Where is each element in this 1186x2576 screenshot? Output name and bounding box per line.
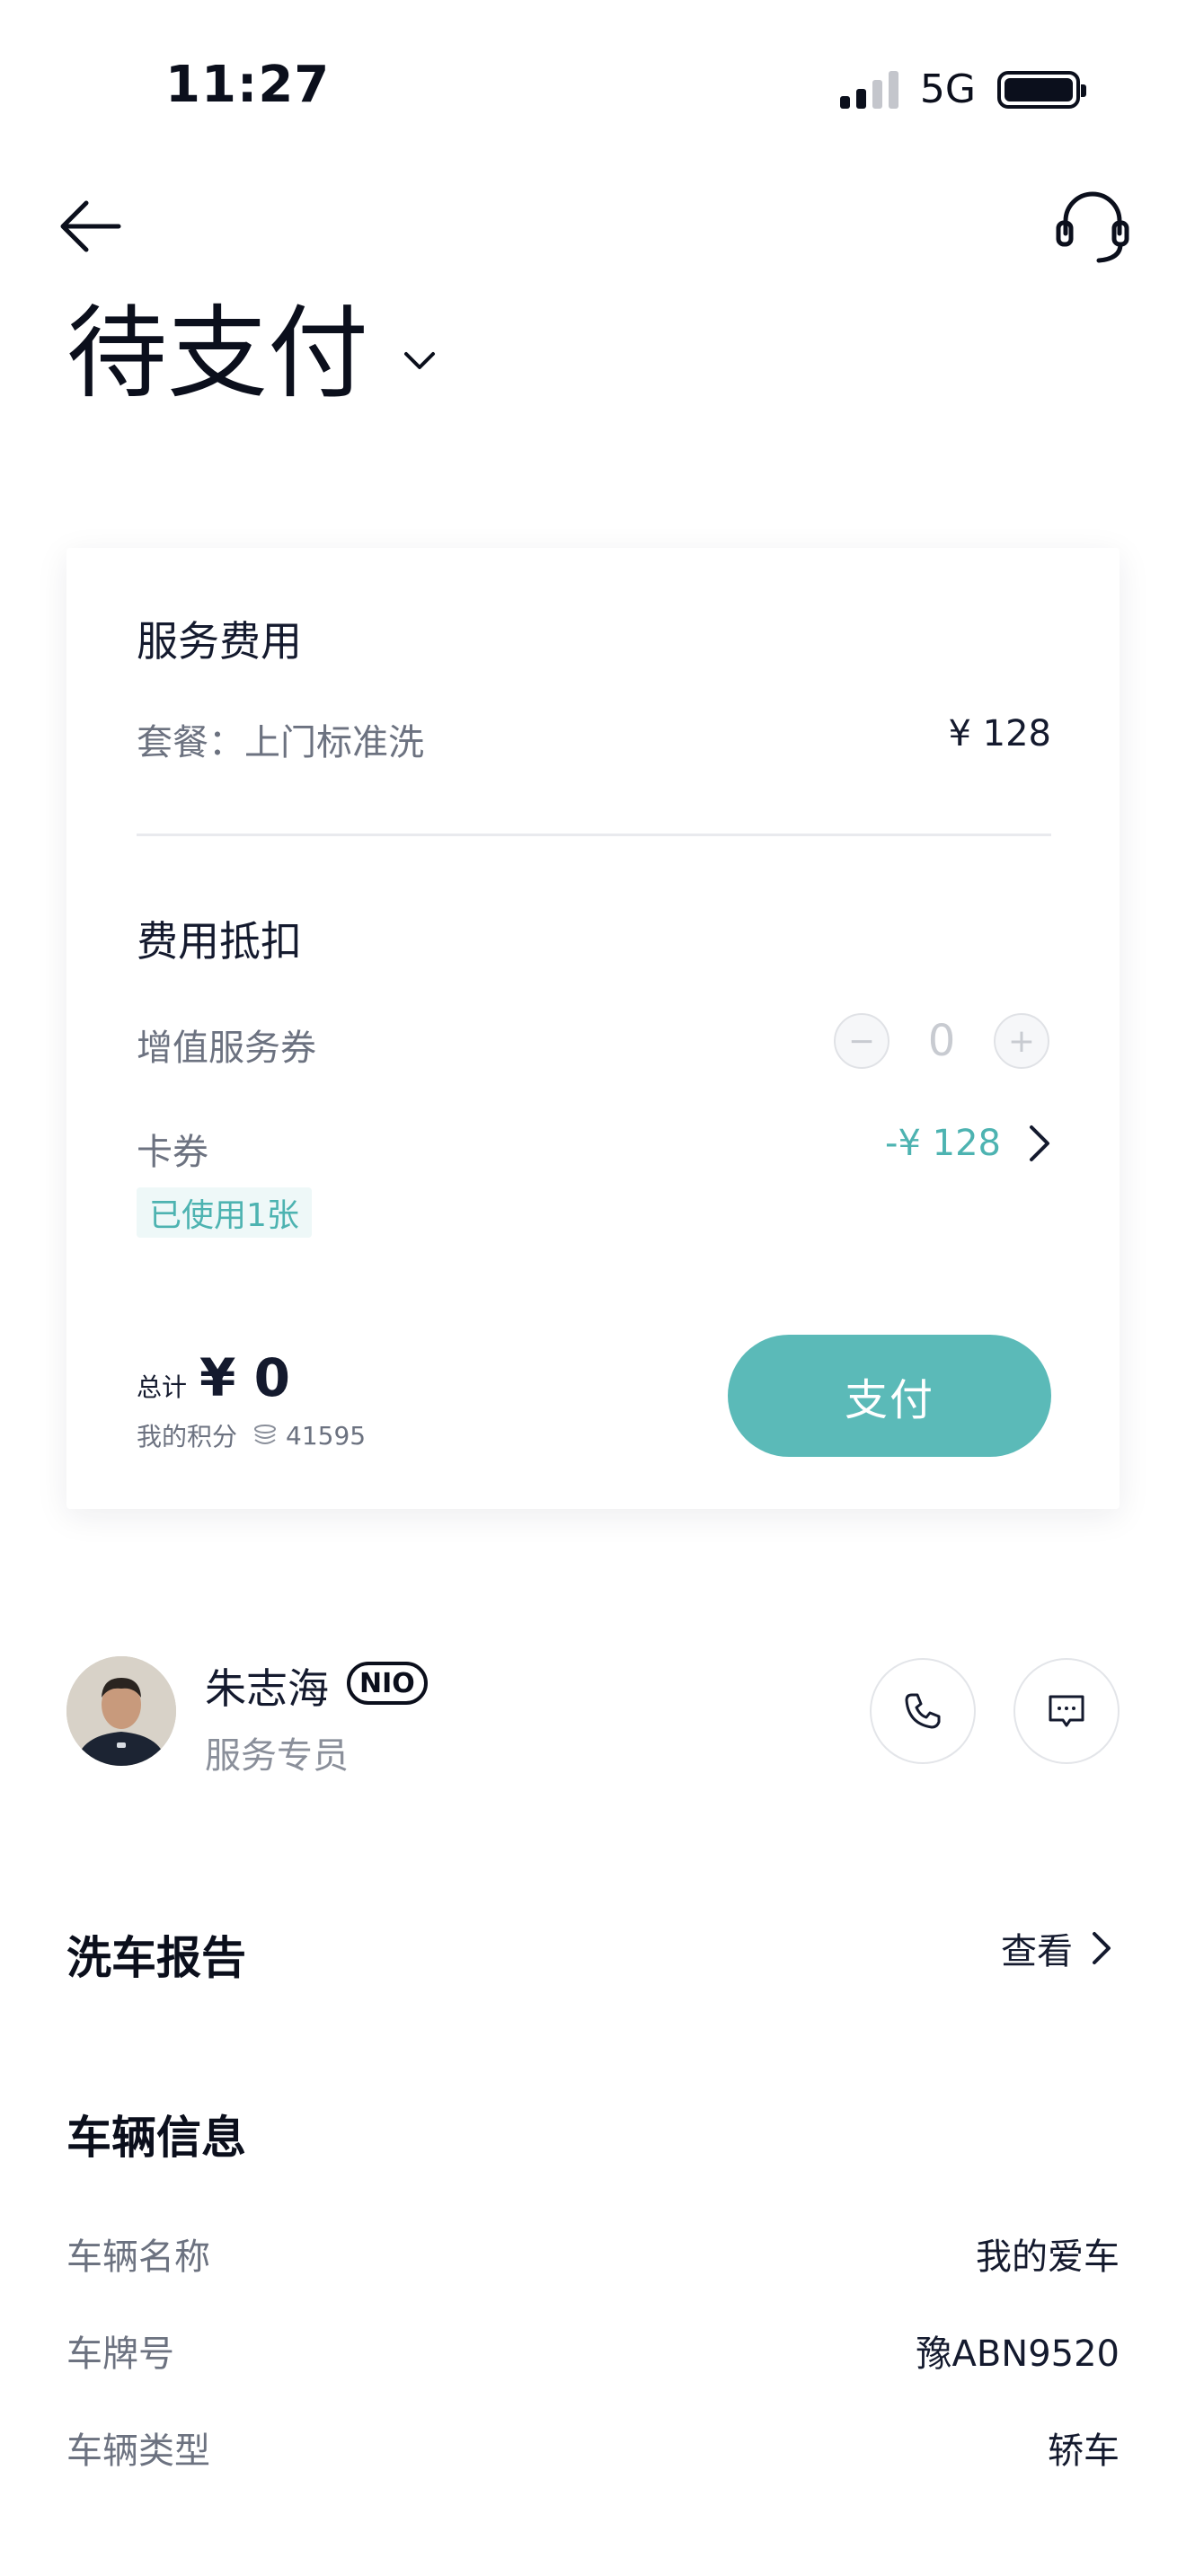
vehicle-info-title: 车辆信息 xyxy=(66,2112,246,2164)
my-points: 我的积分 41595 xyxy=(137,1417,366,1453)
message-icon xyxy=(1049,1695,1084,1727)
license-plate-row: 车牌号 豫ABN9520 xyxy=(66,2325,1120,2378)
coupon-quantity-stepper: − 0 + xyxy=(834,1013,1049,1069)
increment-button[interactable]: + xyxy=(994,1013,1049,1069)
chevron-right-icon xyxy=(1030,1125,1049,1161)
view-report-label: 查看 xyxy=(1001,1931,1073,1972)
vehicle-type-row: 车辆类型 轿车 xyxy=(66,2422,1120,2475)
value-added-coupon-label: 增值服务券 xyxy=(137,1028,316,1069)
call-button[interactable] xyxy=(870,1658,976,1764)
package-price: ¥ 128 xyxy=(948,713,1051,754)
page-title: 待支付 xyxy=(66,296,368,412)
total-label: 总计 xyxy=(137,1372,188,1402)
deduction-title: 费用抵扣 xyxy=(137,917,302,966)
decrement-button[interactable]: − xyxy=(834,1013,890,1069)
voucher-amount: -¥ 128 xyxy=(885,1123,1001,1164)
phone-icon xyxy=(905,1693,941,1729)
status-indicators: 5G xyxy=(839,66,1086,112)
avatar xyxy=(66,1656,176,1766)
voucher-used-badge: 已使用1张 xyxy=(137,1187,312,1238)
nio-badge: NIO xyxy=(347,1662,428,1705)
license-plate-value: 豫ABN9520 xyxy=(916,2333,1120,2375)
status-time: 11:27 xyxy=(165,56,331,114)
divider xyxy=(137,834,1051,836)
total-amount: ¥ 0 xyxy=(199,1347,290,1408)
voucher-label: 卡券 xyxy=(137,1132,208,1173)
vehicle-name-row: 车辆名称 我的爱车 xyxy=(66,2228,1120,2281)
arrow-left-icon xyxy=(60,200,121,252)
staff-role: 服务专员 xyxy=(205,1735,349,1777)
coins-icon xyxy=(254,1425,277,1444)
view-report-link[interactable]: 查看 xyxy=(1001,1922,1112,1974)
battery-icon xyxy=(997,70,1086,109)
customer-service-button[interactable] xyxy=(1049,181,1136,268)
payment-card: 服务费用 套餐：上门标准洗 ¥ 128 费用抵扣 增值服务券 − 0 + 卡券 … xyxy=(66,548,1120,1509)
network-type: 5G xyxy=(919,66,976,112)
points-label: 我的积分 xyxy=(137,1422,238,1451)
points-value: 41595 xyxy=(286,1420,367,1451)
service-fee-title: 服务费用 xyxy=(137,617,302,666)
back-button[interactable] xyxy=(56,190,128,262)
vehicle-type-value: 轿车 xyxy=(1048,2430,1120,2472)
signal-icon xyxy=(839,70,898,109)
page-title-dropdown[interactable]: 待支付 xyxy=(66,304,440,404)
vehicle-type-label: 车辆类型 xyxy=(66,2430,210,2472)
package-label: 套餐：上门标准洗 xyxy=(137,722,424,763)
message-button[interactable] xyxy=(1013,1658,1120,1764)
pay-button[interactable]: 支付 xyxy=(728,1335,1051,1457)
chevron-down-icon xyxy=(404,352,435,369)
vehicle-name-value: 我的爱车 xyxy=(976,2236,1120,2278)
total: 总计 ¥ 0 xyxy=(137,1347,290,1408)
voucher-selector[interactable]: -¥ 128 xyxy=(885,1123,1051,1164)
license-plate-label: 车牌号 xyxy=(66,2333,174,2375)
vehicle-name-label: 车辆名称 xyxy=(66,2236,210,2278)
headset-icon xyxy=(1056,191,1129,263)
staff-name: 朱志海 xyxy=(205,1664,329,1713)
status-bar: 11:27 5G xyxy=(0,0,1186,171)
coupon-quantity: 0 xyxy=(927,1016,956,1066)
service-staff: 朱志海 NIO 服务专员 xyxy=(66,1656,1120,1777)
wash-report-title: 洗车报告 xyxy=(66,1932,246,1984)
chevron-right-icon xyxy=(1093,1932,1111,1964)
